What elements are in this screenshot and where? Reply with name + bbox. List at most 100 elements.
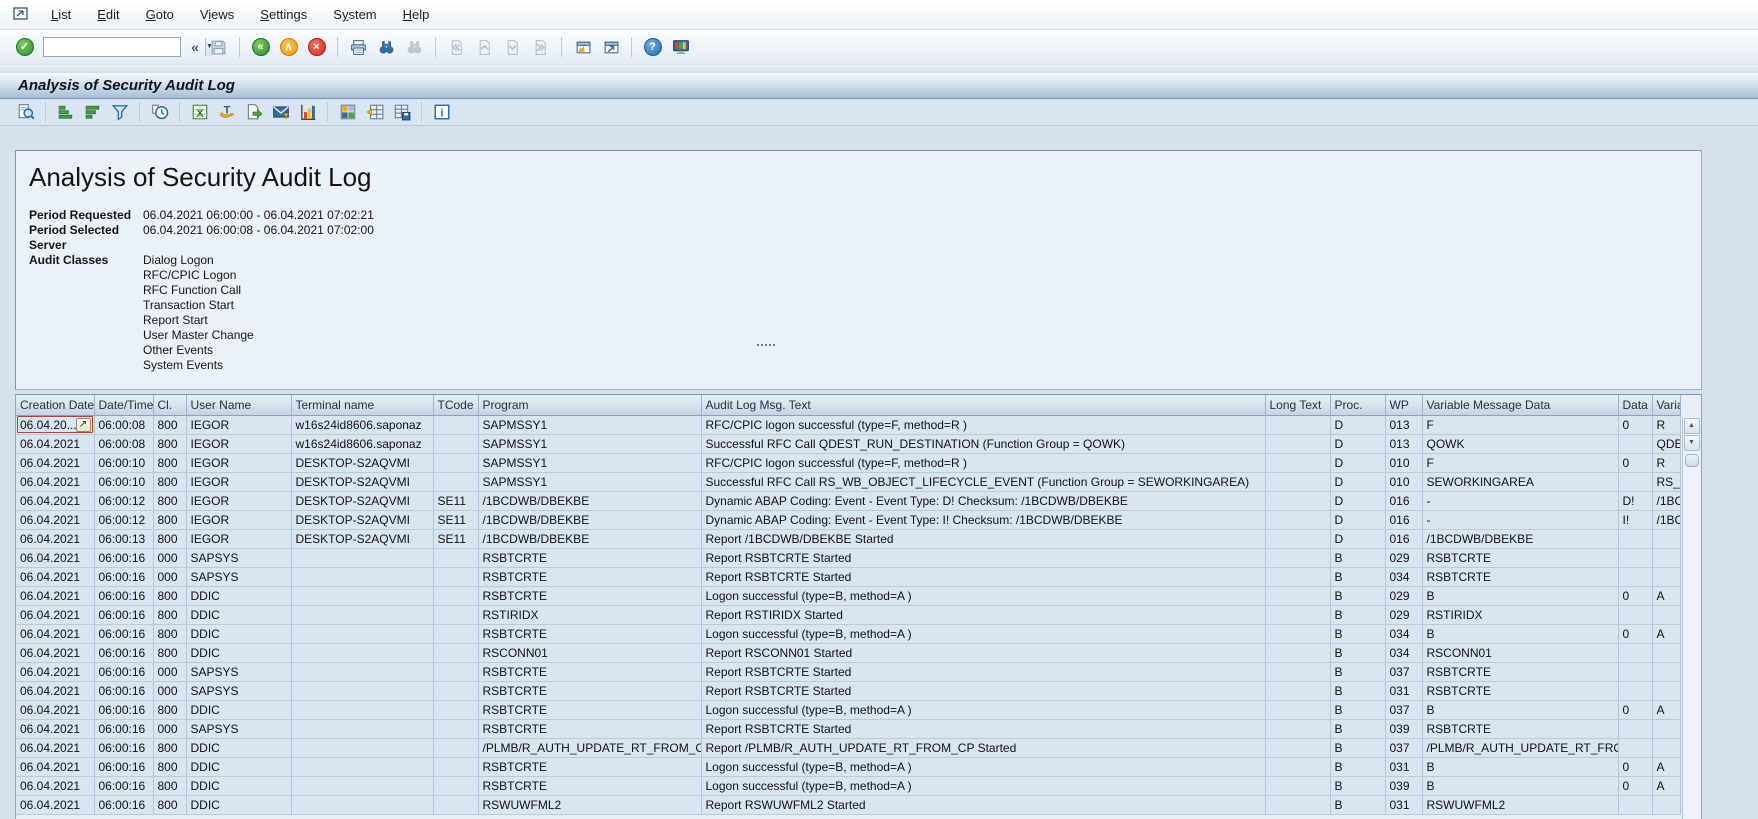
cell-tcode[interactable] — [433, 472, 478, 491]
cell-var_msg[interactable]: RSBTCRTE — [1422, 662, 1618, 681]
exit-button[interactable]: ∧ — [276, 35, 301, 59]
splitter-handle[interactable] — [757, 344, 777, 348]
cell-proc[interactable]: D — [1330, 434, 1385, 453]
cell-variab[interactable]: A — [1652, 624, 1680, 643]
cell-long_text[interactable] — [1265, 605, 1330, 624]
cell-var_msg[interactable]: - — [1422, 491, 1618, 510]
gui-settings-button[interactable] — [668, 35, 693, 59]
cell-msg[interactable]: Dynamic ABAP Coding: Event - Event Type:… — [701, 510, 1265, 529]
cell-datetime[interactable]: 06:00:16 — [94, 681, 153, 700]
cell-user[interactable]: SAPSYS — [186, 719, 291, 738]
cell-terminal[interactable]: w16s24id8606.saponaz — [291, 415, 433, 434]
cell-user[interactable]: SAPSYS — [186, 662, 291, 681]
cell-long_text[interactable] — [1265, 567, 1330, 586]
cell-variab[interactable]: QDES — [1652, 434, 1680, 453]
column-header-variab[interactable]: Variab — [1652, 395, 1680, 415]
cell-msg[interactable]: Report RSBTCRTE Started — [701, 681, 1265, 700]
cell-var_msg[interactable]: RSWUWFML2 — [1422, 795, 1618, 814]
cell-wp[interactable]: 037 — [1385, 738, 1422, 757]
export-spreadsheet-button[interactable]: X — [187, 100, 212, 124]
cell-terminal[interactable] — [291, 548, 433, 567]
cell-long_text[interactable] — [1265, 738, 1330, 757]
cell-cl[interactable]: 800 — [153, 776, 186, 795]
cell-datetime[interactable]: 06:00:08 — [94, 415, 153, 434]
menu-item-help[interactable]: Help — [390, 7, 443, 22]
cell-msg[interactable]: Logon successful (type=B, method=A ) — [701, 586, 1265, 605]
cell-var_msg[interactable]: F — [1422, 453, 1618, 472]
cell-creation_date[interactable]: 06.04.2021 — [16, 529, 94, 548]
cell-variab[interactable]: A — [1652, 776, 1680, 795]
cell-data[interactable] — [1618, 567, 1652, 586]
cell-var_msg[interactable]: RSBTCRTE — [1422, 681, 1618, 700]
cell-cl[interactable]: 800 — [153, 738, 186, 757]
cell-msg[interactable]: Successful RFC Call RS_WB_OBJECT_LIFECYC… — [701, 472, 1265, 491]
cell-terminal[interactable] — [291, 719, 433, 738]
create-shortcut-button[interactable] — [598, 35, 623, 59]
cell-cl[interactable]: 000 — [153, 681, 186, 700]
cell-variab[interactable] — [1652, 643, 1680, 662]
cell-creation_date[interactable]: 06.04.2021 — [16, 453, 94, 472]
cell-tcode[interactable] — [433, 757, 478, 776]
cell-long_text[interactable] — [1265, 643, 1330, 662]
cell-msg[interactable]: Report RSTIRIDX Started — [701, 605, 1265, 624]
save-button[interactable] — [206, 35, 231, 59]
cell-cl[interactable]: 000 — [153, 567, 186, 586]
cell-program[interactable]: RSBTCRTE — [478, 700, 701, 719]
cell-datetime[interactable]: 06:00:16 — [94, 567, 153, 586]
cell-user[interactable]: IEGOR — [186, 491, 291, 510]
cell-datetime[interactable]: 06:00:16 — [94, 605, 153, 624]
cell-cl[interactable]: 800 — [153, 624, 186, 643]
column-header-wp[interactable]: WP — [1385, 395, 1422, 415]
cell-wp[interactable]: 031 — [1385, 757, 1422, 776]
cell-data[interactable] — [1618, 529, 1652, 548]
menu-item-settings[interactable]: Settings — [247, 7, 320, 22]
menu-item-edit[interactable]: Edit — [84, 7, 132, 22]
cell-program[interactable]: RSBTCRTE — [478, 567, 701, 586]
choose-layout-button[interactable] — [335, 100, 360, 124]
column-header-data[interactable]: Data — [1618, 395, 1652, 415]
filter-button[interactable] — [107, 100, 132, 124]
cell-program[interactable]: RSBTCRTE — [478, 548, 701, 567]
cell-cl[interactable]: 800 — [153, 491, 186, 510]
menu-item-list[interactable]: List — [38, 7, 84, 22]
menu-item-views[interactable]: Views — [187, 7, 247, 22]
cell-proc[interactable]: B — [1330, 738, 1385, 757]
cell-creation_date[interactable]: 06.04.2021 — [16, 795, 94, 814]
cell-data[interactable]: I! — [1618, 510, 1652, 529]
cell-var_msg[interactable]: RSTIRIDX — [1422, 605, 1618, 624]
cell-terminal[interactable]: DESKTOP-S2AQVMI — [291, 529, 433, 548]
cell-program[interactable]: RSWUWFML2 — [478, 795, 701, 814]
cell-var_msg[interactable]: QOWK — [1422, 434, 1618, 453]
cell-user[interactable]: IEGOR — [186, 472, 291, 491]
cell-terminal[interactable] — [291, 681, 433, 700]
cell-tcode[interactable]: SE11 — [433, 510, 478, 529]
cell-msg[interactable]: RFC/CPIC logon successful (type=F, metho… — [701, 415, 1265, 434]
cell-program[interactable]: /1BCDWB/DBEKBE — [478, 529, 701, 548]
cell-var_msg[interactable]: B — [1422, 757, 1618, 776]
cell-var_msg[interactable]: /1BCDWB/DBEKBE — [1422, 529, 1618, 548]
cell-variab[interactable]: RS_W — [1652, 472, 1680, 491]
cell-long_text[interactable] — [1265, 776, 1330, 795]
cell-variab[interactable]: A — [1652, 757, 1680, 776]
cell-long_text[interactable] — [1265, 472, 1330, 491]
cell-data[interactable]: 0 — [1618, 757, 1652, 776]
cell-data[interactable] — [1618, 719, 1652, 738]
cell-data[interactable]: 0 — [1618, 700, 1652, 719]
cell-var_msg[interactable]: RSCONN01 — [1422, 643, 1618, 662]
back-button[interactable]: « — [248, 35, 273, 59]
cell-creation_date[interactable]: 06.04.2021 — [16, 643, 94, 662]
cell-variab[interactable] — [1652, 681, 1680, 700]
cell-long_text[interactable] — [1265, 510, 1330, 529]
cell-msg[interactable]: Logon successful (type=B, method=A ) — [701, 776, 1265, 795]
cell-tcode[interactable] — [433, 776, 478, 795]
cell-creation_date[interactable]: 06.04.2021 — [16, 738, 94, 757]
cell-long_text[interactable] — [1265, 415, 1330, 434]
cell-long_text[interactable] — [1265, 662, 1330, 681]
cell-proc[interactable]: D — [1330, 510, 1385, 529]
graphic-button[interactable] — [295, 100, 320, 124]
cell-long_text[interactable] — [1265, 681, 1330, 700]
scroll-down-button[interactable]: ▼ — [1684, 435, 1700, 451]
cell-user[interactable]: DDIC — [186, 795, 291, 814]
cell-wp[interactable]: 039 — [1385, 719, 1422, 738]
cell-user[interactable]: IEGOR — [186, 434, 291, 453]
